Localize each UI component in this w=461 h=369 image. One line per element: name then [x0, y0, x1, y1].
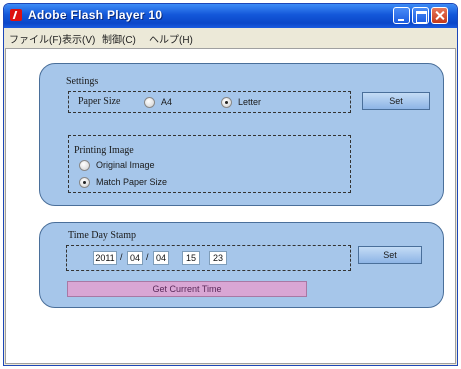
time-set-button[interactable]: Set — [358, 246, 422, 264]
year-field[interactable]: 2011 — [93, 251, 117, 265]
printing-image-label: Printing Image — [74, 145, 134, 156]
menu-control[interactable]: 制御(C) — [102, 31, 136, 46]
minimize-button[interactable] — [393, 7, 410, 24]
paper-letter-label: Letter — [238, 97, 262, 107]
paper-size-label: Paper Size — [78, 96, 121, 107]
flash-player-icon — [10, 9, 22, 21]
original-image-label: Original Image — [96, 160, 155, 170]
time-stamp-heading: Time Day Stamp — [68, 230, 136, 241]
menu-help[interactable]: ヘルプ(H) — [149, 31, 193, 46]
settings-set-button[interactable]: Set — [362, 92, 430, 110]
match-paper-size-radio[interactable] — [79, 177, 90, 188]
time-stamp-group: 2011 / 04 / 04 15 23 — [66, 245, 351, 271]
close-button[interactable] — [431, 7, 448, 24]
match-paper-size-label: Match Paper Size — [96, 177, 168, 187]
settings-panel: Settings Paper Size A4 Letter Set Printi… — [39, 63, 444, 206]
paper-a4-label: A4 — [161, 97, 173, 107]
title-bar[interactable]: Adobe Flash Player 10 — [4, 4, 457, 28]
window-title: Adobe Flash Player 10 — [28, 8, 163, 22]
printing-image-group: Printing Image Original Image Match Pape… — [68, 135, 351, 193]
app-window: Adobe Flash Player 10 ファイル(F) 表示(V) 制御(C… — [3, 3, 458, 366]
menu-bar: ファイル(F) 表示(V) 制御(C) ヘルプ(H) — [4, 28, 457, 48]
date-separator: / — [146, 252, 149, 262]
menu-file[interactable]: ファイル(F) — [9, 31, 62, 46]
hour-field[interactable]: 15 — [182, 251, 200, 265]
month-field[interactable]: 04 — [127, 251, 143, 265]
time-stamp-panel: Time Day Stamp 2011 / 04 / 04 15 23 Set … — [39, 222, 444, 308]
original-image-radio[interactable] — [79, 160, 90, 171]
menu-view[interactable]: 表示(V) — [62, 31, 95, 46]
flash-content-area: Settings Paper Size A4 Letter Set Printi… — [5, 48, 456, 364]
date-separator: / — [120, 252, 123, 262]
paper-letter-radio[interactable] — [221, 97, 232, 108]
paper-size-group: Paper Size A4 Letter — [68, 91, 351, 113]
paper-a4-radio[interactable] — [144, 97, 155, 108]
day-field[interactable]: 04 — [153, 251, 169, 265]
maximize-button[interactable] — [412, 7, 429, 24]
settings-heading: Settings — [66, 76, 99, 87]
minute-field[interactable]: 23 — [209, 251, 227, 265]
get-current-time-button[interactable]: Get Current Time — [67, 281, 307, 297]
